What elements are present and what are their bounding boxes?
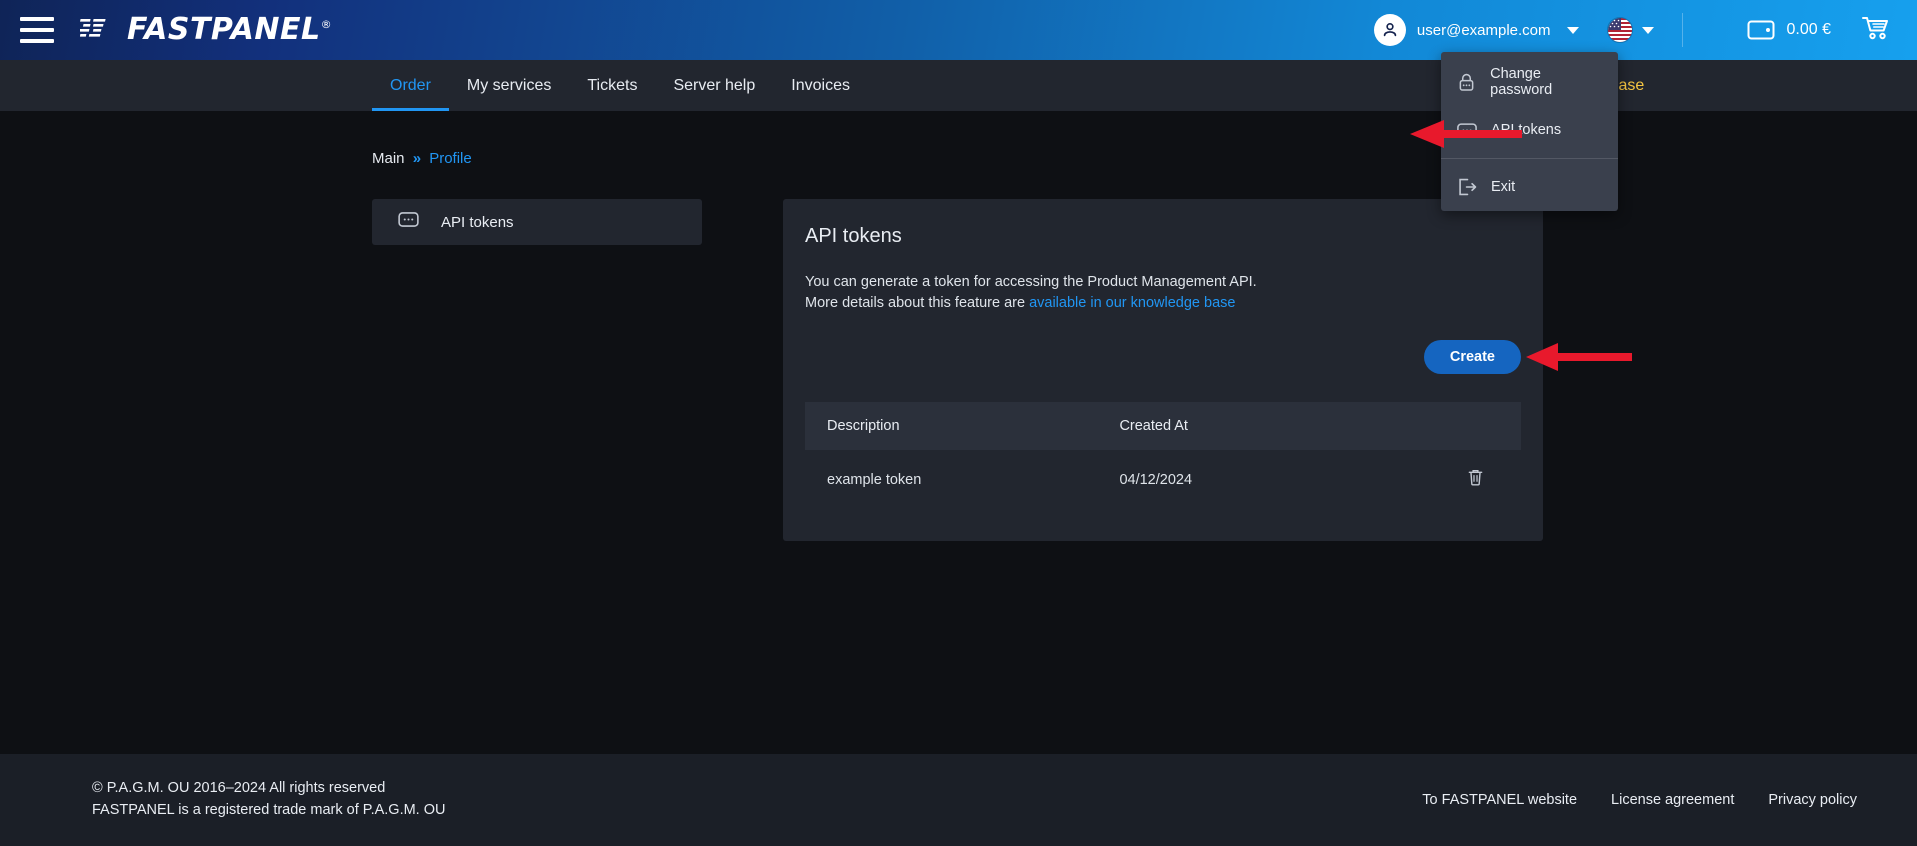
lock-icon	[1457, 73, 1476, 92]
user-menu-trigger[interactable]: user@example.com	[1373, 14, 1585, 46]
exit-icon	[1457, 178, 1477, 196]
chevron-down-icon[interactable]	[1641, 26, 1654, 34]
breadcrumb: Main » Profile	[372, 150, 472, 167]
main-navigation: Order My services Tickets Server help In…	[0, 60, 1917, 111]
sidebar-item-api-tokens[interactable]: API tokens	[372, 199, 702, 245]
hamburger-bar	[20, 17, 54, 21]
footer-link-website[interactable]: To FASTPANEL website	[1422, 792, 1577, 808]
trademark-line: FASTPANEL is a registered trade mark of …	[92, 802, 446, 818]
breadcrumb-current[interactable]: Profile	[429, 150, 472, 167]
card-actions: Create	[805, 340, 1521, 375]
cell-description: example token	[827, 471, 922, 488]
nav-label: Server help	[673, 76, 756, 94]
menu-item-label: Change password	[1490, 66, 1553, 98]
footer-copyright: © P.A.G.M. OU 2016–2024 All rights reser…	[92, 778, 446, 822]
trash-icon[interactable]	[1467, 468, 1484, 487]
fastpanel-mark-icon	[80, 19, 106, 37]
nav-label: Invoices	[791, 76, 850, 94]
table-header: Description Created At	[805, 402, 1521, 451]
header-divider	[1681, 13, 1683, 47]
language-selector[interactable]	[1606, 17, 1654, 43]
hamburger-bar	[20, 28, 54, 32]
card-description: You can generate a token for accessing t…	[805, 272, 1521, 314]
description-prefix: More details about this feature are	[805, 295, 1030, 312]
balance-label: 0.00 €	[1786, 21, 1831, 38]
table-row: example token 04/12/2024	[805, 450, 1521, 510]
chevron-down-icon[interactable]	[1566, 26, 1579, 34]
nav-item-order[interactable]: Order	[372, 60, 449, 111]
description-line-1: You can generate a token for accessing t…	[805, 274, 1257, 290]
header-right-cluster: user@example.com 0.00 €	[1373, 0, 1917, 60]
sidebar-item-label: API tokens	[441, 213, 514, 231]
description-line-2: More details about this feature are avai…	[805, 293, 1521, 314]
menu-divider	[1441, 158, 1618, 159]
footer-links: To FASTPANEL website License agreement P…	[1422, 792, 1857, 808]
nav-item-my-services[interactable]: My services	[449, 60, 569, 111]
user-email-label: user@example.com	[1416, 21, 1551, 39]
column-header-actions	[1430, 402, 1521, 451]
annotation-arrow-api-tokens	[1410, 120, 1522, 148]
hamburger-bar	[20, 39, 54, 43]
brand-registered-mark: ®	[320, 18, 333, 31]
footer-link-privacy[interactable]: Privacy policy	[1768, 792, 1857, 808]
page-title: API tokens	[805, 225, 902, 247]
brand-label: FASTPANEL	[127, 12, 321, 47]
column-header-description: Description	[805, 402, 1098, 451]
menu-item-label: Exit	[1491, 179, 1516, 195]
table-header-row: Description Created At	[805, 402, 1521, 451]
copyright-line: © P.A.G.M. OU 2016–2024 All rights reser…	[92, 780, 386, 797]
column-header-created-at: Created At	[1097, 402, 1431, 451]
app-root: FASTPANEL® user@example.com 0.00 € Order…	[0, 0, 1917, 846]
nav-label: Order	[390, 76, 431, 94]
nav-label: Tickets	[587, 76, 638, 94]
breadcrumb-separator: »	[412, 150, 422, 167]
create-button[interactable]: Create	[1423, 340, 1521, 375]
nav-item-server-help[interactable]: Server help	[655, 60, 773, 111]
menu-item-change-password[interactable]: Change password	[1441, 58, 1618, 106]
nav-item-invoices[interactable]: Invoices	[773, 60, 868, 111]
api-tokens-card: API tokens You can generate a token for …	[783, 199, 1543, 541]
menu-item-exit[interactable]: Exit	[1441, 163, 1618, 211]
user-avatar-icon	[1383, 22, 1397, 37]
nav-label: My services	[466, 76, 552, 94]
top-header: FASTPANEL® user@example.com 0.00 €	[0, 0, 1917, 60]
wallet-balance[interactable]: 0.00 €	[1747, 19, 1831, 41]
tokens-table: Description Created At example token 04/…	[805, 402, 1521, 510]
api-token-icon	[398, 212, 419, 232]
footer-link-license[interactable]: License agreement	[1611, 792, 1734, 808]
brand-name: FASTPANEL®	[127, 15, 332, 45]
hamburger-icon[interactable]	[20, 17, 54, 43]
annotation-arrow-create	[1526, 343, 1632, 371]
table-body: example token 04/12/2024	[805, 450, 1521, 510]
brand-logo[interactable]: FASTPANEL®	[80, 15, 332, 45]
us-flag-icon	[1606, 17, 1633, 43]
cell-created-at: 04/12/2024	[1119, 471, 1193, 488]
cart-button[interactable]	[1861, 15, 1891, 46]
page-footer: © P.A.G.M. OU 2016–2024 All rights reser…	[0, 754, 1917, 846]
breadcrumb-root[interactable]: Main	[372, 150, 405, 167]
knowledge-base-link[interactable]: available in our knowledge base	[1029, 295, 1235, 311]
cell-actions	[1430, 450, 1521, 510]
shopping-cart-icon	[1862, 16, 1888, 39]
wallet-icon	[1747, 20, 1775, 40]
avatar	[1373, 14, 1406, 46]
nav-item-tickets[interactable]: Tickets	[569, 60, 655, 111]
